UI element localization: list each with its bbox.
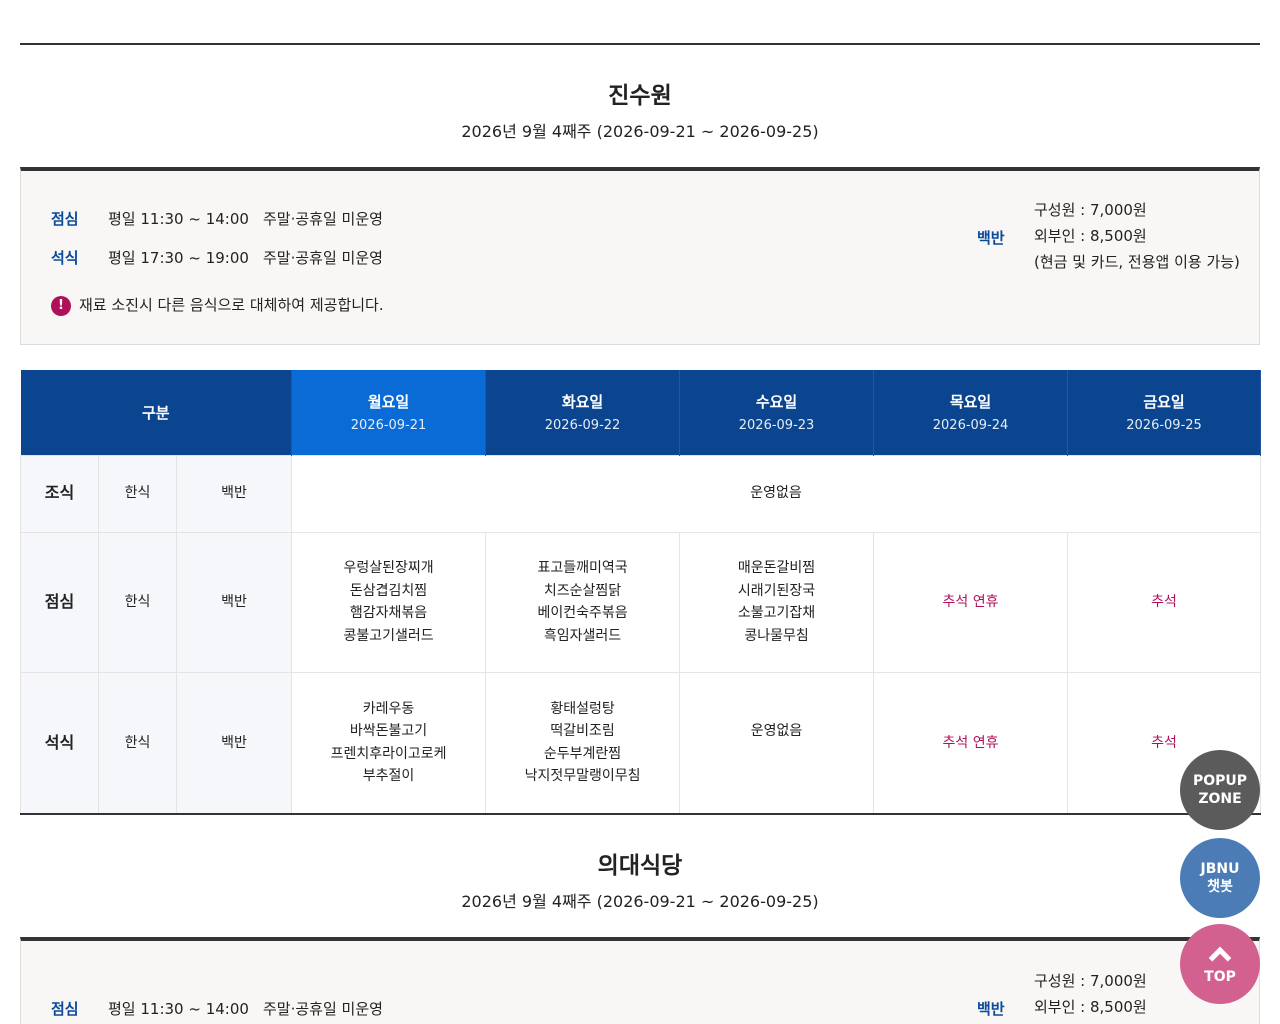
- price-external: 외부인 : 8,500원: [1034, 227, 1147, 245]
- day-name: 화요일: [561, 393, 604, 412]
- menu-cell-holiday: 추석 연휴: [873, 671, 1069, 815]
- chatbot-label-2: 챗봇: [1207, 879, 1233, 895]
- menu-type: 한식: [98, 454, 177, 533]
- week-range: 2026년 9월 4째주 (2026-09-21 ~ 2026-09-25): [461, 892, 819, 911]
- day-name: 목요일: [949, 393, 992, 412]
- day-name: 월요일: [367, 393, 410, 412]
- weekend-hours: 주말·공휴일 미운영: [263, 249, 383, 267]
- table-row: 조식 한식 백반 운영없음: [20, 454, 1262, 533]
- alert-icon: !: [51, 295, 71, 316]
- menu-cell-holiday: 추석: [1067, 531, 1262, 673]
- price-label: 백반: [977, 1000, 1005, 1018]
- chevron-up-icon: [1208, 946, 1232, 970]
- day-date: 2026-09-23: [738, 418, 815, 434]
- meal-name: 석식: [20, 671, 99, 815]
- table-row: 석식 한식 백반 카레우동 바싹돈불고기 프렌치후라이고로케 부추절이 황태설렁…: [20, 671, 1262, 815]
- popup-label-1: POPUP: [1192, 773, 1248, 789]
- menu-cell: 우렁살된장찌개 돈삼겹김치찜 햄감자채볶음 콩불고기샐러드: [291, 531, 487, 673]
- header-category: 구분: [20, 370, 293, 455]
- menu-cell-closed: 운영없음: [291, 454, 1262, 533]
- header-day-mon[interactable]: 월요일 2026-09-21: [291, 370, 487, 455]
- menu-type: 한식: [98, 671, 177, 815]
- day-name: 금요일: [1143, 393, 1185, 412]
- header-day-thu[interactable]: 목요일 2026-09-24: [873, 370, 1069, 455]
- menu-kind: 백반: [175, 671, 293, 815]
- day-date: 2026-09-24: [932, 418, 1009, 434]
- top-label: TOP: [1204, 969, 1236, 985]
- meal-label: 석식: [51, 249, 79, 267]
- popup-zone-button[interactable]: POPUP ZONE: [1180, 750, 1260, 830]
- chatbot-label-1: JBNU: [1200, 861, 1240, 877]
- week-range: 2026년 9월 4째주 (2026-09-21 ~ 2026-09-25): [461, 122, 819, 141]
- hours-info-box: 점심 평일 11:30 ~ 14:00 주말·공휴일 미운영 석식 평일 17:30 …: [20, 167, 1260, 345]
- top-divider: [20, 43, 1260, 45]
- weekend-hours: 주말·공휴일 미운영: [263, 210, 383, 228]
- menu-type: 한식: [98, 531, 177, 673]
- lunch-hours-row: 점심 평일 11:30 ~ 14:00 주말·공휴일 미운영: [51, 208, 383, 229]
- header-day-tue[interactable]: 화요일 2026-09-22: [485, 370, 681, 455]
- price-member: 구성원 : 7,000원: [1034, 972, 1147, 990]
- price-label: 백반: [977, 229, 1005, 247]
- weekday-hours: 평일 11:30 ~ 14:00: [108, 1000, 249, 1018]
- notice: ! 재료 소진시 다른 음식으로 대체하여 제공합니다.: [51, 294, 384, 316]
- price-info: 구성원 : 7,000원 외부인 : 8,500원: [1034, 968, 1147, 1020]
- menu-kind: 백반: [175, 454, 293, 533]
- weekday-hours: 평일 11:30 ~ 14:00: [108, 210, 249, 228]
- header-day-fri[interactable]: 금요일 2026-09-25: [1067, 370, 1262, 455]
- menu-cell-holiday: 추석 연휴: [873, 531, 1069, 673]
- chatbot-button[interactable]: JBNU 챗봇: [1180, 838, 1260, 918]
- scroll-top-button[interactable]: TOP: [1180, 924, 1260, 1004]
- menu-cell: 황태설렁탕 떡갈비조림 순두부계란찜 낙지젓무말랭이무침: [485, 671, 681, 815]
- menu-kind: 백반: [175, 531, 293, 673]
- header-day-wed[interactable]: 수요일 2026-09-23: [679, 370, 875, 455]
- weekly-menu-table: 구분 월요일 2026-09-21 화요일 2026-09-22 수요일 2026-0…: [20, 370, 1262, 815]
- table-row: 점심 한식 백반 우렁살된장찌개 돈삼겹김치찜 햄감자채볶음 콩불고기샐러드 표…: [20, 531, 1262, 673]
- meal-name: 조식: [20, 454, 99, 533]
- price-external: 외부인 : 8,500원: [1034, 998, 1147, 1016]
- price-member: 구성원 : 7,000원: [1034, 201, 1147, 219]
- meal-label: 점심: [51, 1000, 79, 1018]
- restaurant-title: 진수원: [608, 83, 672, 109]
- day-name: 수요일: [755, 393, 798, 412]
- meal-label: 점심: [51, 210, 79, 228]
- table-header-row: 구분 월요일 2026-09-21 화요일 2026-09-22 수요일 2026-0…: [20, 370, 1262, 455]
- meal-name: 점심: [20, 531, 99, 673]
- restaurant-title: 의대식당: [597, 853, 683, 879]
- popup-label-2: ZONE: [1198, 791, 1242, 807]
- lunch-hours-row: 점심 평일 11:30 ~ 14:00 주말·공휴일 미운영: [51, 998, 383, 1019]
- menu-cell: 표고들깨미역국 치즈순살찜닭 베이컨숙주볶음 흑임자샐러드: [485, 531, 681, 673]
- price-info: 구성원 : 7,000원 외부인 : 8,500원 (현금 및 카드, 전용앱 …: [1034, 197, 1240, 275]
- menu-cell: 카레우동 바싹돈불고기 프렌치후라이고로케 부추절이: [291, 671, 487, 815]
- day-date: 2026-09-22: [544, 418, 621, 434]
- dinner-hours-row: 석식 평일 17:30 ~ 19:00 주말·공휴일 미운영: [51, 247, 383, 268]
- menu-cell: 매운돈갈비찜 시래기된장국 소불고기잡채 콩나물무침: [679, 531, 875, 673]
- weekday-hours: 평일 17:30 ~ 19:00: [108, 249, 249, 267]
- menu-cell-closed: 운영없음: [679, 671, 875, 815]
- day-date: 2026-09-25: [1126, 418, 1202, 434]
- notice-text: 재료 소진시 다른 음식으로 대체하여 제공합니다.: [79, 296, 384, 314]
- price-note: (현금 및 카드, 전용앱 이용 가능): [1034, 253, 1240, 271]
- hours-info-box: 점심 평일 11:30 ~ 14:00 주말·공휴일 미운영 백반 구성원 : 7,…: [20, 937, 1260, 1024]
- weekend-hours: 주말·공휴일 미운영: [263, 1000, 383, 1018]
- day-date: 2026-09-21: [350, 418, 427, 434]
